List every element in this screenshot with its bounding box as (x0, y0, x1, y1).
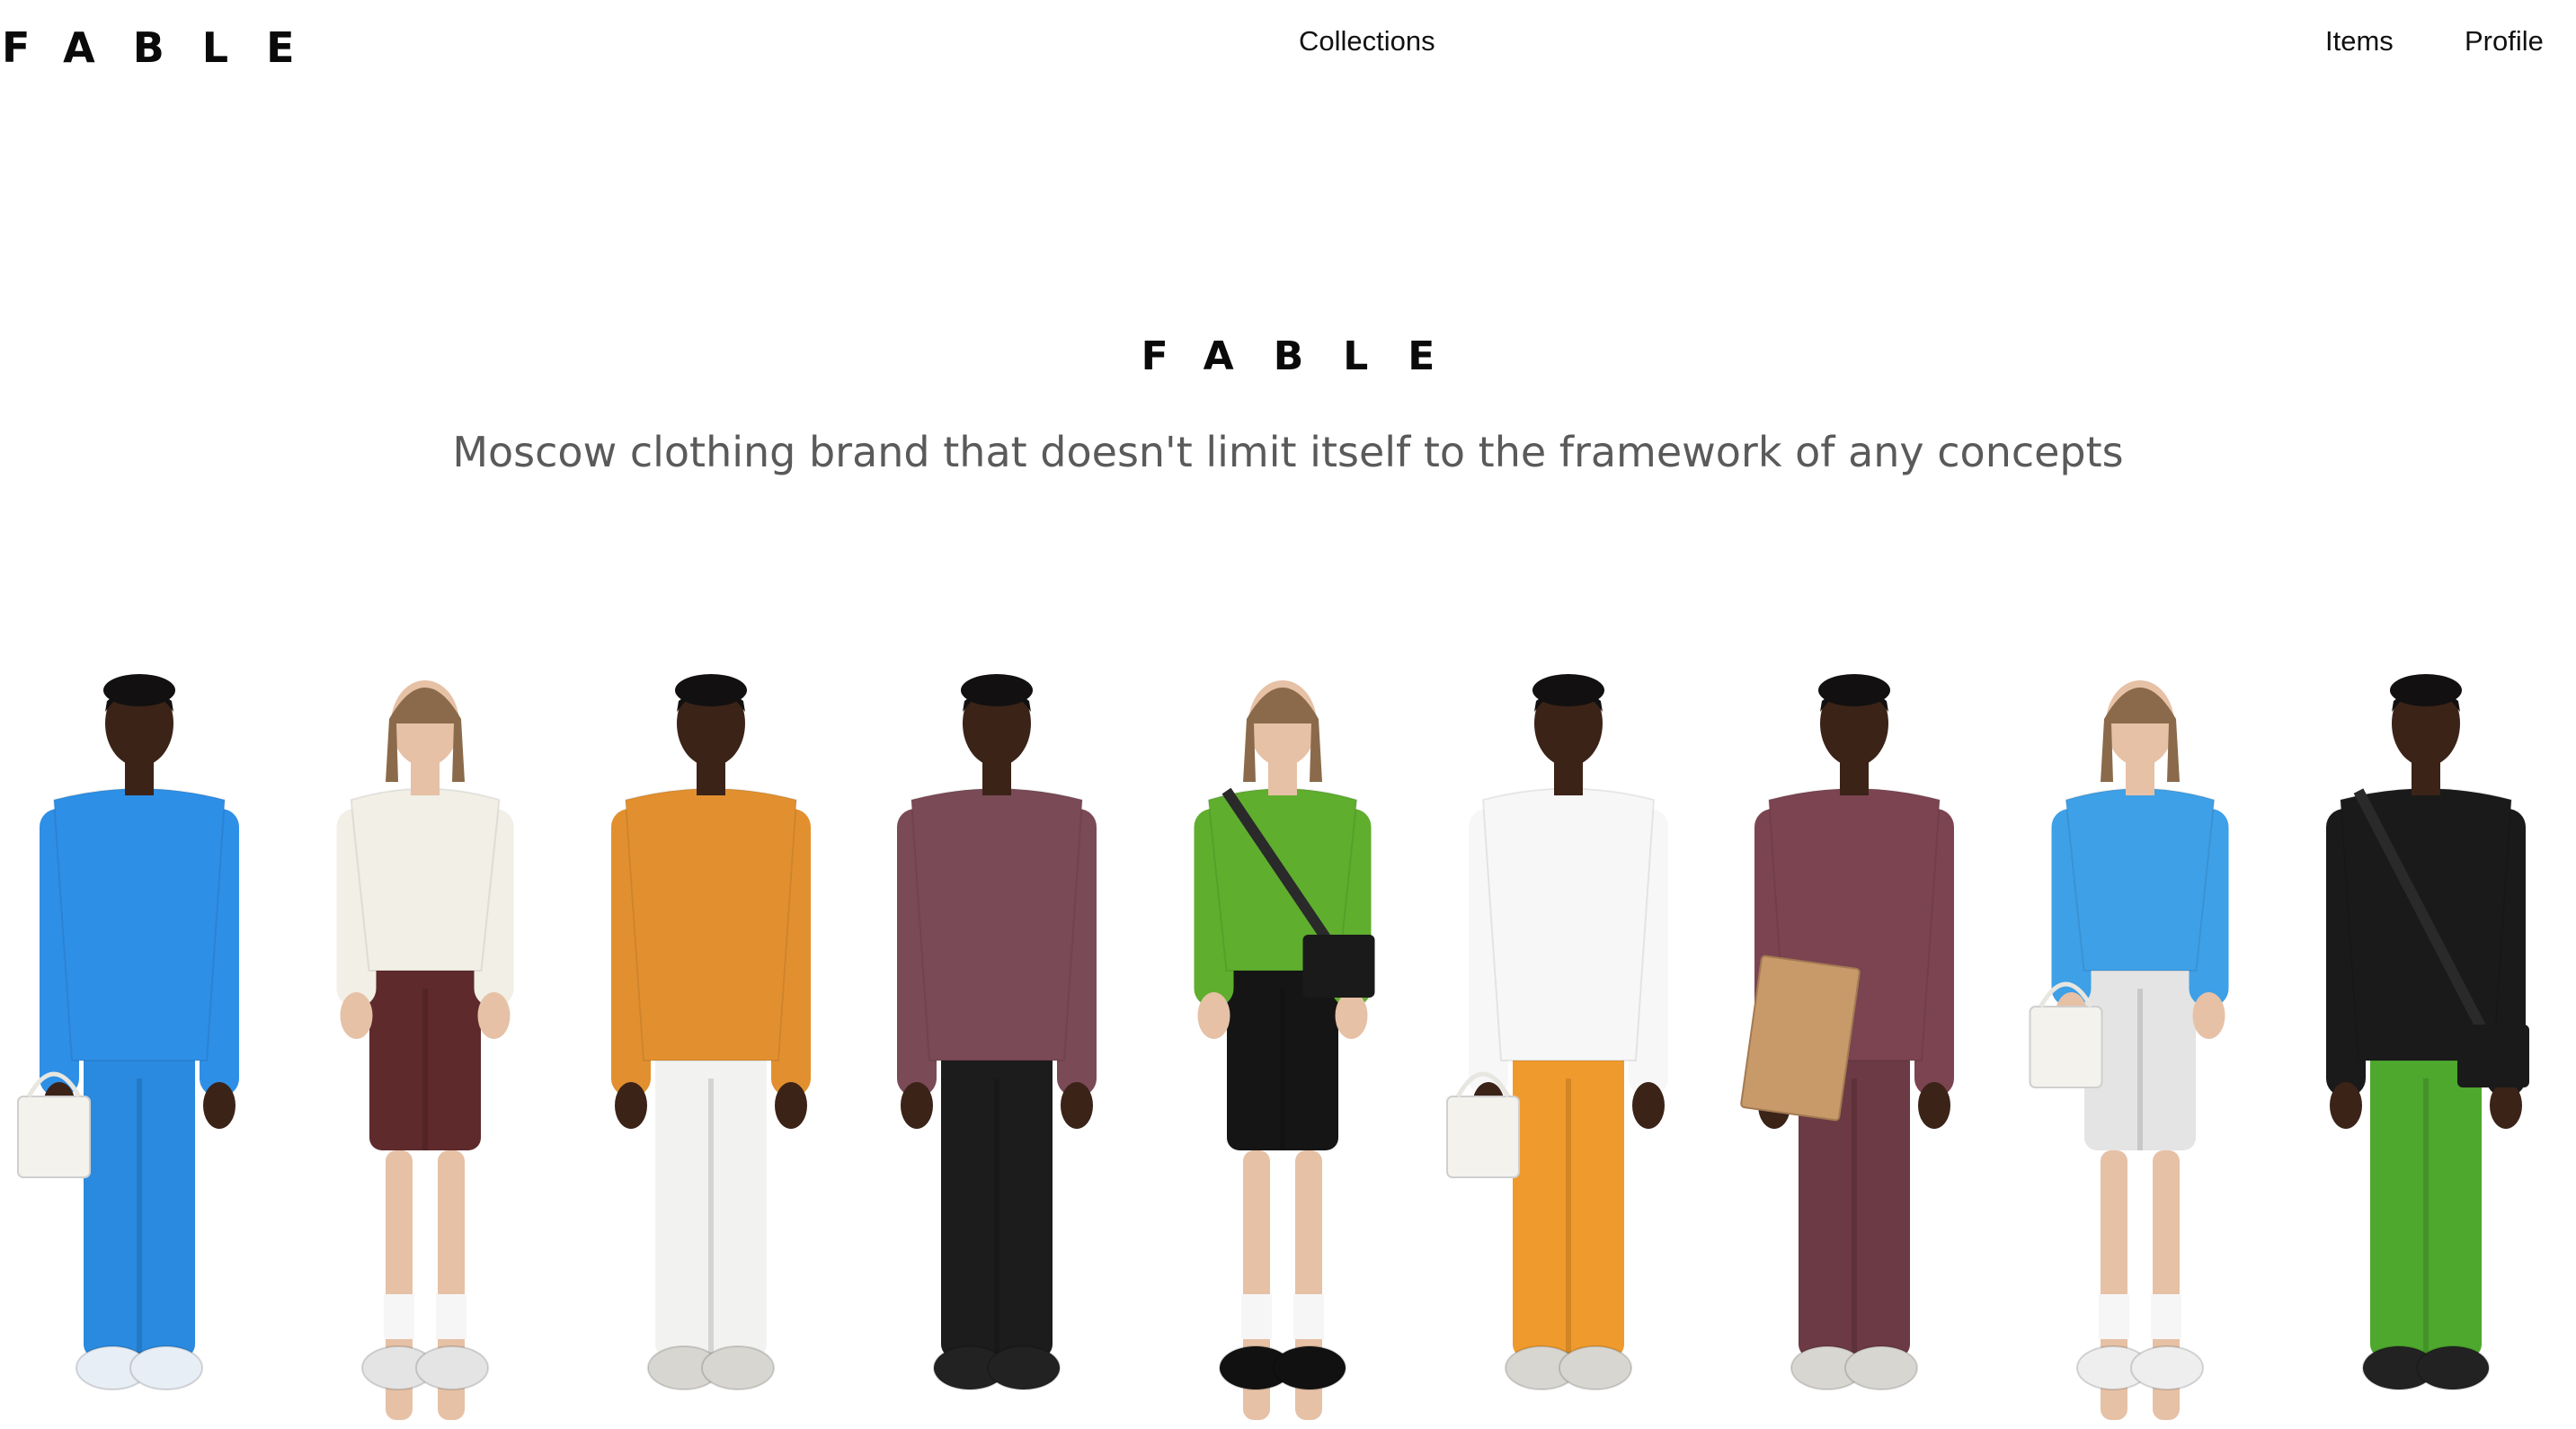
model-6 (1446, 674, 1668, 1390)
model-9 (2326, 674, 2529, 1390)
model-2 (336, 680, 514, 1420)
model-1 (17, 674, 239, 1390)
model-lineup-image (0, 665, 2576, 1429)
model-3 (611, 674, 811, 1390)
nav-link-profile[interactable]: Profile (2465, 27, 2544, 55)
model-5 (1194, 680, 1375, 1420)
nav-link-items[interactable]: Items (2325, 27, 2394, 55)
nav-link-collections[interactable]: Collections (1299, 27, 1435, 55)
model-7 (1740, 674, 1954, 1390)
hero-title: FABLE (1141, 333, 1475, 379)
model-4 (897, 674, 1097, 1390)
top-navigation-bar: FABLE Collections Items Profile (0, 0, 2576, 99)
model-8 (2029, 680, 2229, 1420)
hero-subtitle: Moscow clothing brand that doesn't limit… (452, 428, 2124, 476)
model-lineup-illustration (17, 674, 2529, 1420)
brand-logo[interactable]: FABLE (2, 27, 333, 68)
